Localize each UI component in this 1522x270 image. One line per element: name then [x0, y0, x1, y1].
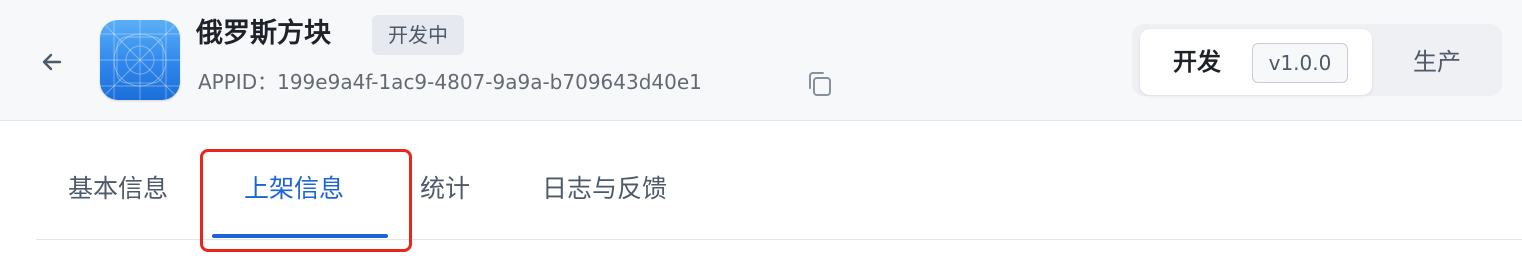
active-tab-indicator: [212, 234, 388, 238]
tab-statistics[interactable]: 统计: [420, 172, 470, 206]
status-badge: 开发中: [372, 15, 464, 55]
arrow-left-icon: [42, 53, 62, 71]
appid-text: APPID：199e9a4f-1ac9-4807-9a9a-b709643d40…: [198, 68, 702, 96]
appid-label: APPID：: [198, 70, 278, 94]
env-prod-option[interactable]: 生产: [1372, 29, 1502, 95]
copy-icon: [809, 72, 831, 96]
version-badge: v1.0.0: [1252, 43, 1348, 83]
environment-switch: 开发 v1.0.0 生产: [1132, 24, 1502, 96]
tab-logs-feedback[interactable]: 日志与反馈: [542, 172, 667, 206]
back-button[interactable]: [36, 46, 68, 78]
app-name: 俄罗斯方块: [196, 18, 331, 49]
app-header: 俄罗斯方块 开发中 APPID：199e9a4f-1ac9-4807-9a9a-…: [0, 0, 1522, 121]
tab-bar: 基本信息 上架信息 统计 日志与反馈: [36, 150, 1522, 240]
app-icon: [100, 20, 180, 100]
tab-basic-info[interactable]: 基本信息: [68, 172, 168, 206]
env-dev-option[interactable]: 开发 v1.0.0: [1140, 29, 1372, 95]
appid-value: 199e9a4f-1ac9-4807-9a9a-b709643d40e1: [277, 70, 702, 94]
tab-listing-info[interactable]: 上架信息: [244, 172, 344, 206]
env-dev-label: 开发: [1173, 48, 1221, 76]
copy-button[interactable]: [804, 68, 836, 100]
